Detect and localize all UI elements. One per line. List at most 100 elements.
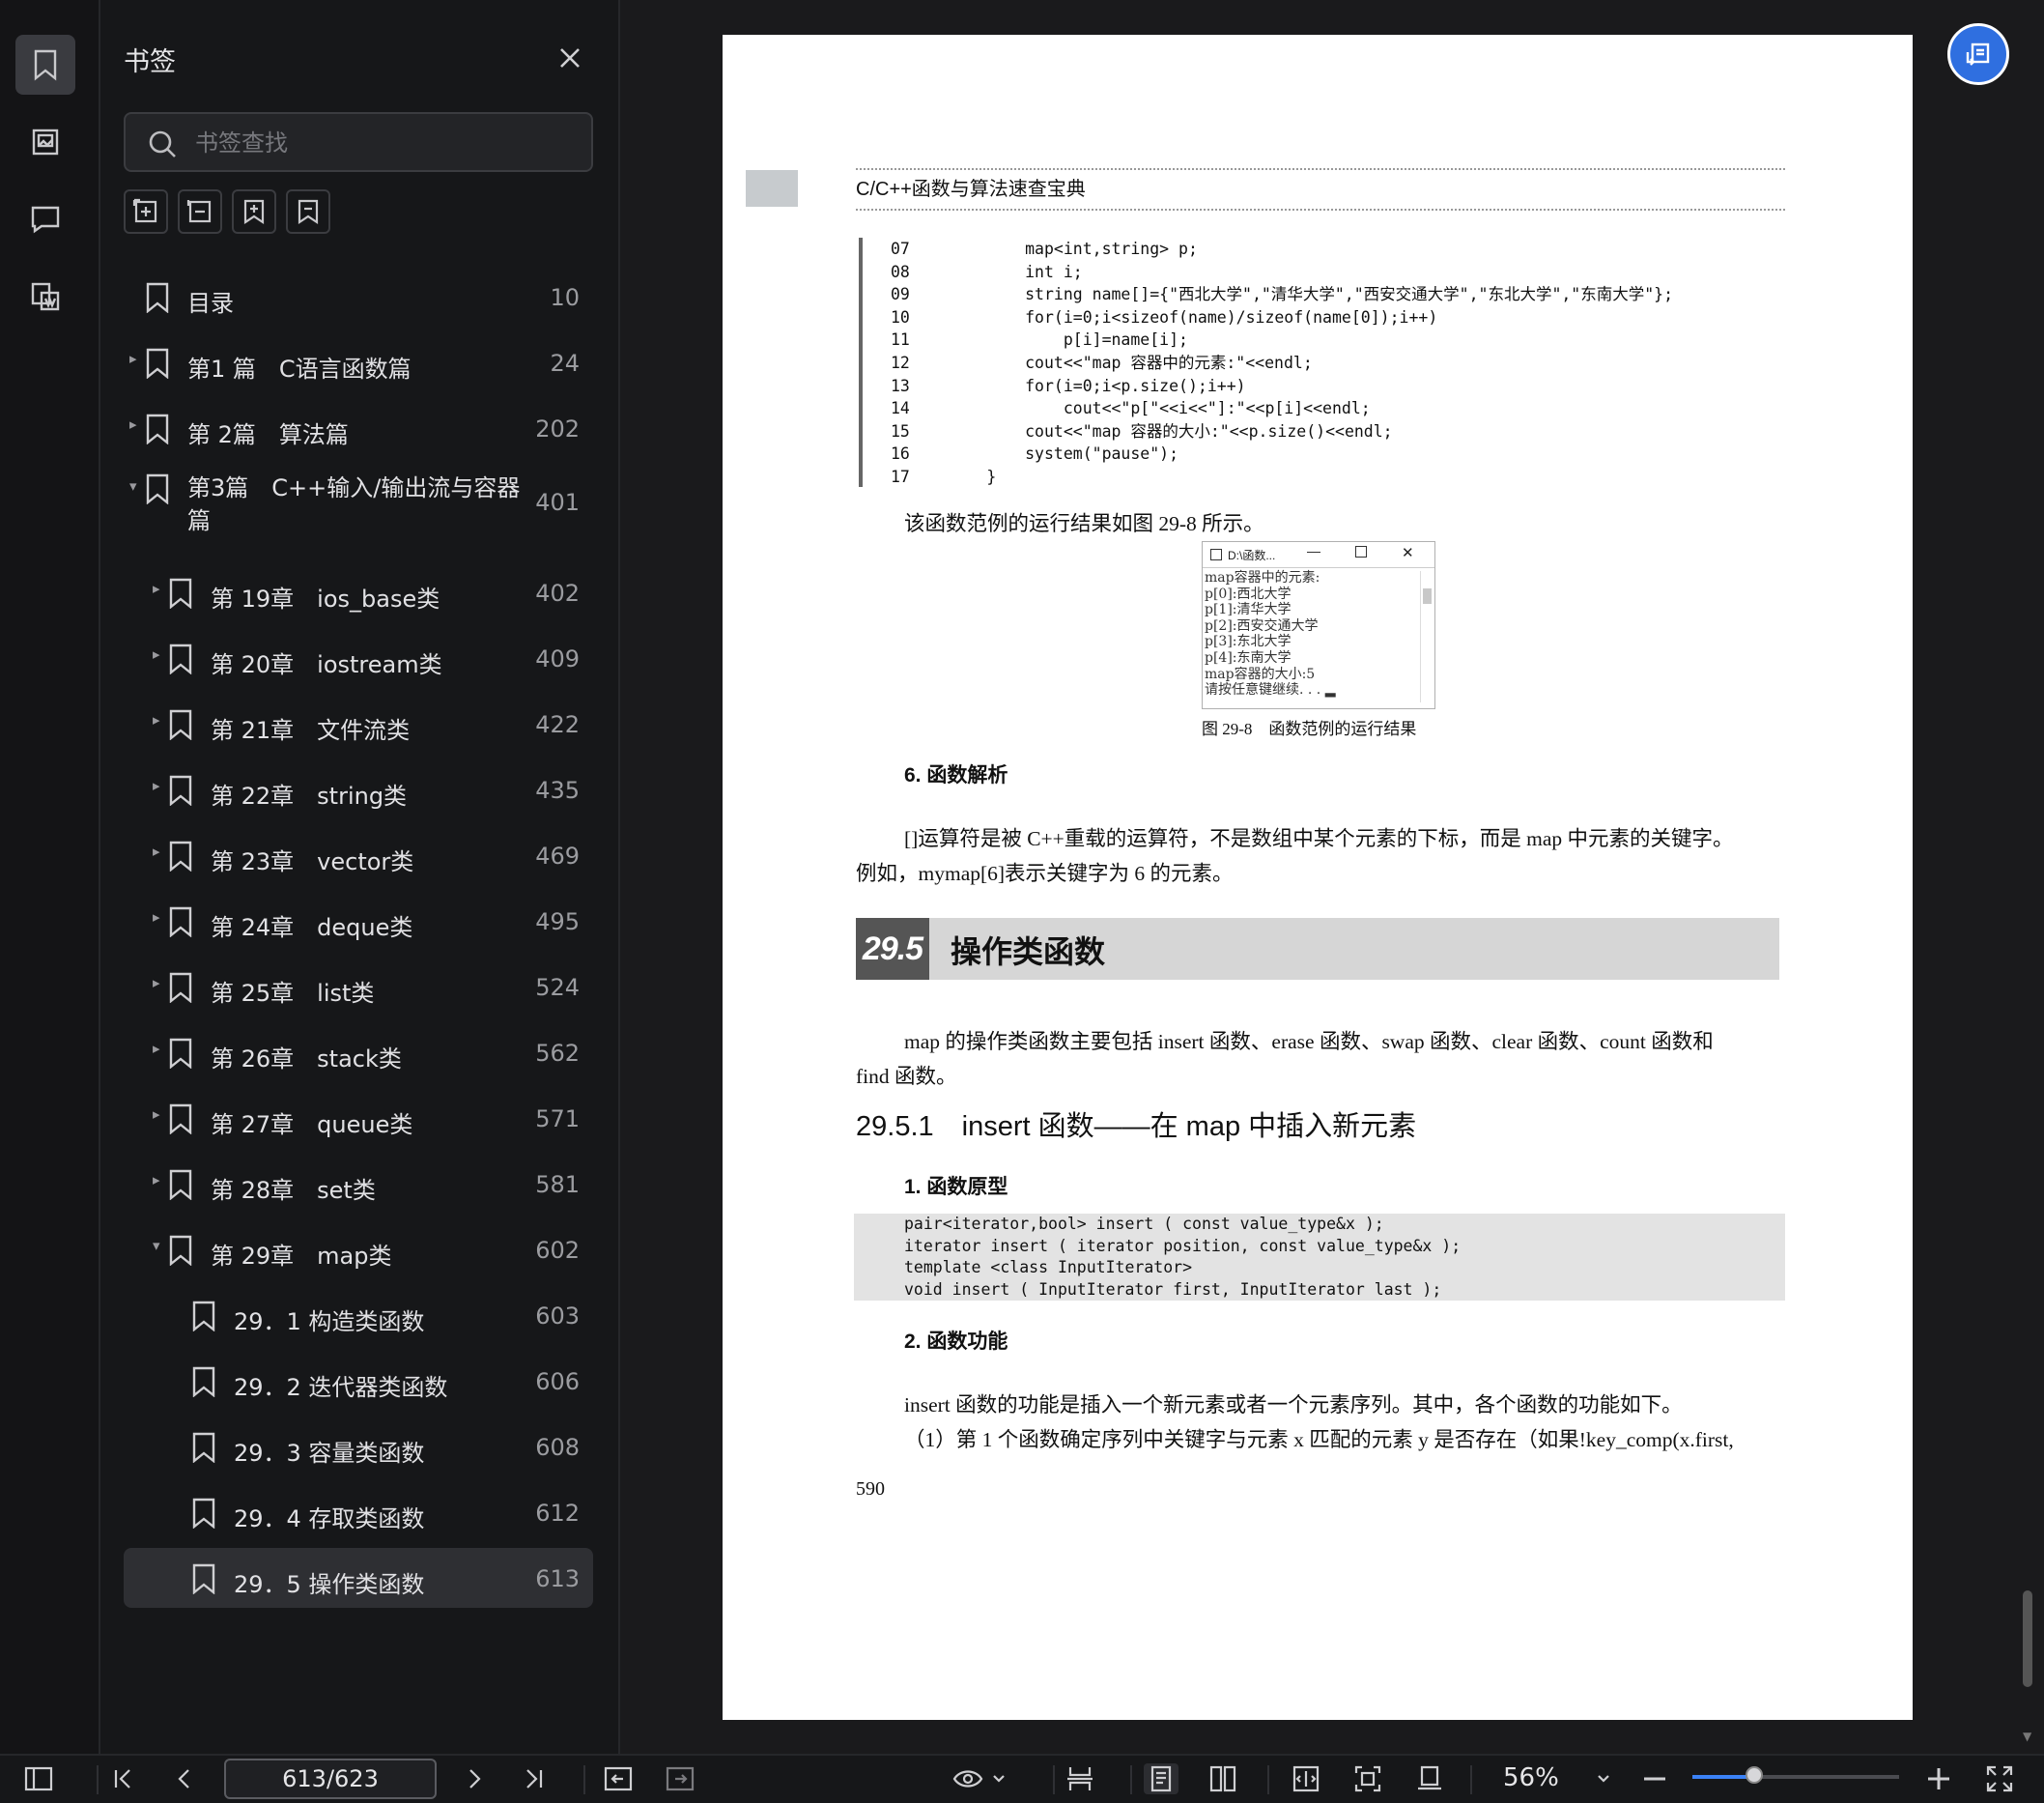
running-head: C/C++函数与算法速查宝典 bbox=[856, 168, 1785, 211]
collapsed-arrow-icon[interactable]: ▸ bbox=[153, 843, 160, 860]
single-page-icon[interactable] bbox=[1144, 1763, 1178, 1794]
function-heading: 2. 函数功能 bbox=[904, 1331, 1008, 1353]
bookmark-item[interactable]: ▾ 第3篇 C++输入/输出流与容器篇 401 bbox=[124, 466, 593, 534]
expand-all-icon[interactable] bbox=[124, 189, 168, 234]
code-line-number: 16 bbox=[891, 444, 910, 464]
zoom-out-icon[interactable] bbox=[1640, 1763, 1669, 1794]
fit-page-icon[interactable] bbox=[1350, 1763, 1385, 1794]
zoom-in-icon[interactable] bbox=[1924, 1763, 1953, 1794]
collapsed-arrow-icon[interactable]: ▸ bbox=[129, 350, 137, 367]
close-icon: ✕ bbox=[1402, 545, 1414, 561]
continuous-scroll-icon[interactable] bbox=[1063, 1763, 1097, 1794]
bookmark-item[interactable]: 29．2 迭代器类函数 606 bbox=[124, 1351, 593, 1411]
document-scrollbar[interactable] bbox=[2023, 1590, 2032, 1687]
zoom-level[interactable]: 56% bbox=[1503, 1763, 1559, 1792]
bookmark-search[interactable] bbox=[124, 112, 593, 172]
terminal-app-icon bbox=[1210, 549, 1222, 560]
bookmark-item[interactable]: ▸ 第1 篇 C语言函数篇 24 bbox=[124, 332, 593, 392]
bookmark-item[interactable]: ▸ 第 23章 vector类 469 bbox=[124, 825, 593, 885]
bookmark-item[interactable]: ▸ 第 25章 list类 524 bbox=[124, 957, 593, 1016]
scroll-down-icon[interactable]: ▼ bbox=[2023, 1730, 2031, 1743]
prev-page-icon[interactable] bbox=[170, 1763, 199, 1794]
collapsed-arrow-icon[interactable]: ▸ bbox=[153, 645, 160, 663]
fullscreen-icon[interactable] bbox=[1984, 1763, 2015, 1794]
bookmark-item[interactable]: ▸ 第 28章 set类 581 bbox=[124, 1154, 593, 1214]
zoom-dropdown-icon[interactable] bbox=[1594, 1763, 1613, 1794]
bookmark-item[interactable]: ▸ 第 26章 stack类 562 bbox=[124, 1022, 593, 1082]
collapsed-arrow-icon[interactable]: ▸ bbox=[153, 711, 160, 729]
bookmark-item[interactable]: 29．1 构造类函数 603 bbox=[124, 1285, 593, 1345]
code-line: 16 system("pause"); bbox=[891, 443, 1673, 466]
bookmark-item[interactable]: ▸ 第 27章 queue类 571 bbox=[124, 1088, 593, 1148]
bookmark-item[interactable]: ▸ 第 22章 string类 435 bbox=[124, 759, 593, 819]
code-line-number: 10 bbox=[891, 307, 910, 327]
bookmark-item[interactable]: ▸ 第 20章 iostream类 409 bbox=[124, 628, 593, 688]
bookmark-item[interactable]: 29．4 存取类函数 612 bbox=[124, 1482, 593, 1542]
bookmark-item[interactable]: ▾ 第 29章 map类 602 bbox=[124, 1219, 593, 1279]
bookmark-item[interactable]: ▸ 第 2篇 算法篇 202 bbox=[124, 398, 593, 458]
bookmark-item[interactable]: 29．5 操作类函数 613 bbox=[124, 1548, 593, 1608]
section-heading: 29.5 操作类函数 bbox=[856, 918, 1779, 980]
panel-title: 书签 bbox=[124, 47, 176, 77]
expanded-arrow-icon[interactable]: ▾ bbox=[129, 477, 137, 495]
last-page-icon[interactable] bbox=[520, 1763, 549, 1794]
collapsed-arrow-icon[interactable]: ▸ bbox=[153, 580, 160, 597]
function-text-1: insert 函数的功能是插入一个新元素或者一个元素序列。其中，各个函数的功能如… bbox=[904, 1393, 1683, 1417]
bookmark-page-number: 606 bbox=[535, 1368, 580, 1395]
code-listing: 07 map<int,string> p; 08 int i; 09 string … bbox=[891, 238, 1673, 489]
comment-icon[interactable] bbox=[15, 189, 75, 249]
page-indicator[interactable]: 613/623 bbox=[224, 1759, 437, 1799]
collapsed-arrow-icon[interactable]: ▸ bbox=[153, 974, 160, 991]
collapsed-arrow-icon[interactable]: ▸ bbox=[153, 777, 160, 794]
first-page-icon[interactable] bbox=[108, 1763, 137, 1794]
bookmark-item[interactable]: 29．3 容量类函数 608 bbox=[124, 1417, 593, 1476]
add-bookmark-icon[interactable] bbox=[232, 189, 276, 234]
bookmark-page-number: 422 bbox=[535, 711, 580, 738]
collapsed-arrow-icon[interactable]: ▸ bbox=[153, 1171, 160, 1188]
collapsed-arrow-icon[interactable]: ▸ bbox=[153, 1105, 160, 1123]
two-page-icon[interactable] bbox=[1206, 1763, 1240, 1794]
fit-width-icon[interactable] bbox=[1289, 1763, 1323, 1794]
collapse-all-icon[interactable] bbox=[178, 189, 222, 234]
bookmark-label: 第 24章 deque类 bbox=[211, 914, 413, 941]
code-line-text: for(i=0;i<p.size();i++) bbox=[948, 376, 1246, 395]
zoom-slider[interactable] bbox=[1692, 1766, 1899, 1784]
sidebar-toggle-icon[interactable] bbox=[21, 1763, 56, 1794]
collapsed-arrow-icon[interactable]: ▸ bbox=[153, 908, 160, 926]
convert-icon bbox=[1966, 43, 1990, 66]
forward-icon[interactable] bbox=[663, 1763, 697, 1794]
bookmark-item[interactable]: ▸ 第 19章 ios_base类 402 bbox=[124, 562, 593, 622]
bookmark-label: 第 2篇 算法篇 bbox=[187, 421, 349, 448]
collapsed-arrow-icon[interactable]: ▸ bbox=[153, 1040, 160, 1057]
toolbar-separator bbox=[1267, 1765, 1269, 1794]
terminal-output: map容器中的元素: p[0]:西北大学 p[1]:清华大学 p[2]:西安交通大学 p… bbox=[1203, 568, 1434, 699]
bookmark-icon bbox=[191, 1563, 216, 1600]
close-icon[interactable] bbox=[554, 43, 585, 73]
bookmark-item[interactable]: ▸ 第 24章 deque类 495 bbox=[124, 891, 593, 951]
eye-icon[interactable] bbox=[951, 1763, 985, 1794]
bookmark-item[interactable]: ▸ 第 21章 文件流类 422 bbox=[124, 694, 593, 754]
terminal-screenshot: D:\函数... — ✕ map容器中的元素: p[0]:西北大学 p[1]:清华大… bbox=[1202, 541, 1435, 709]
code-line-text: string name[]={"西北大学","清华大学","西安交通大学","东… bbox=[948, 285, 1674, 304]
chevron-down-icon[interactable] bbox=[989, 1763, 1008, 1794]
bookmark-item[interactable]: 目录 10 bbox=[124, 267, 593, 327]
collapsed-arrow-icon[interactable]: ▸ bbox=[129, 415, 137, 433]
bookmark-label: 目录 bbox=[187, 290, 234, 317]
bookmark-page-number: 524 bbox=[535, 974, 580, 1001]
code-line-number: 12 bbox=[891, 353, 910, 372]
section-number: 29.5 bbox=[856, 918, 929, 980]
minimize-icon: — bbox=[1307, 543, 1320, 558]
convert-fab[interactable] bbox=[1947, 23, 2009, 85]
code-line-text: p[i]=name[i]; bbox=[948, 330, 1188, 350]
remove-bookmark-icon[interactable] bbox=[286, 189, 330, 234]
bookmark-icon[interactable] bbox=[15, 35, 75, 95]
expanded-arrow-icon[interactable]: ▾ bbox=[153, 1237, 160, 1254]
search-input[interactable] bbox=[193, 126, 574, 160]
rotate-page-icon[interactable] bbox=[1412, 1763, 1447, 1794]
zoom-slider-knob[interactable] bbox=[1746, 1766, 1764, 1784]
image-icon[interactable] bbox=[15, 112, 75, 172]
extract-icon[interactable] bbox=[15, 267, 75, 327]
back-icon[interactable] bbox=[601, 1763, 636, 1794]
next-page-icon[interactable] bbox=[460, 1763, 489, 1794]
toolbar-separator bbox=[1053, 1765, 1055, 1794]
